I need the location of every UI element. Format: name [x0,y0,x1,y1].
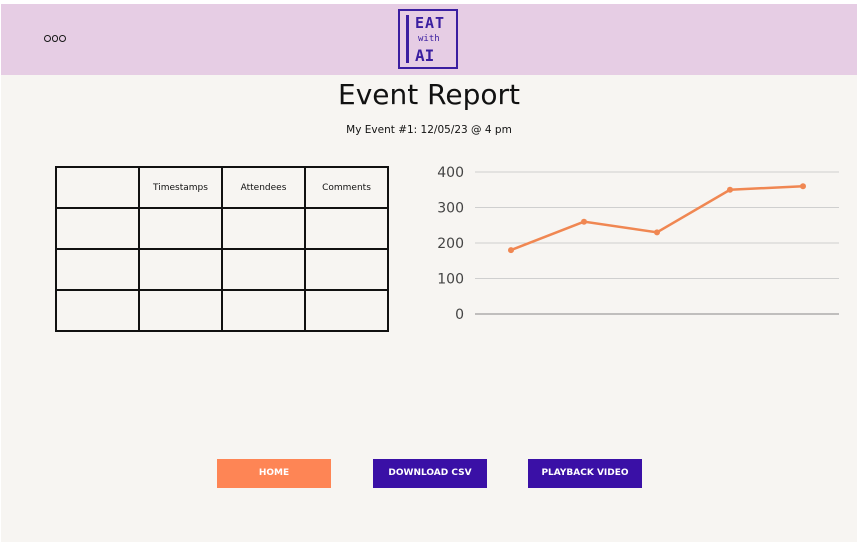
data-point [800,183,806,190]
table-cell [55,289,140,332]
table-cell [221,248,306,291]
table-cell [221,207,306,250]
menu-dot [44,34,51,42]
menu-dot [59,34,67,42]
data-point [727,186,733,193]
y-tick-label: 400 [437,165,464,181]
table-row [55,248,389,291]
table-cell [55,207,140,250]
table-header-cell [55,166,140,209]
data-point [654,229,660,236]
table-row [55,207,389,250]
playback-video-button[interactable]: PLAYBACK VIDEO [528,459,642,488]
menu-icon[interactable] [44,33,67,43]
table-header-row: Timestamps Attendees Comments [55,166,389,209]
logo-text-ai: AI [415,46,435,65]
eat-with-ai-logo[interactable]: EAT with AI [398,9,458,69]
y-tick-label: 300 [437,201,464,217]
table-cell [304,289,389,332]
page-title: Event Report [338,78,520,111]
home-button[interactable]: HOME [217,459,331,488]
event-table: Timestamps Attendees Comments [55,166,389,332]
table-cell [221,289,306,332]
y-tick-label: 0 [455,307,464,323]
attendance-line-chart: 0 100 200 300 400 [437,165,839,323]
top-bar: EAT with AI [1,4,857,75]
table-cell [304,207,389,250]
download-csv-button[interactable]: DOWNLOAD CSV [373,459,487,488]
data-point [581,218,587,225]
logo-bar [406,15,409,63]
table-cell [138,289,223,332]
table-row [55,289,389,332]
table-header-comments: Comments [304,166,389,209]
y-tick-label: 100 [437,272,464,288]
table-header-timestamps: Timestamps [138,166,223,209]
table-cell [55,248,140,291]
table-cell [138,207,223,250]
table-cell [138,248,223,291]
y-tick-label: 200 [437,236,464,252]
event-subtitle: My Event #1: 12/05/23 @ 4 pm [346,124,512,136]
data-point [508,247,514,254]
logo-text-with: with [418,34,440,44]
table-cell [304,248,389,291]
table-header-attendees: Attendees [221,166,306,209]
series-line [510,184,804,252]
menu-dot [51,34,59,42]
logo-text-eat: EAT [415,14,446,32]
page-frame: EAT with AI Event Report My Event #1: 12… [1,4,857,542]
